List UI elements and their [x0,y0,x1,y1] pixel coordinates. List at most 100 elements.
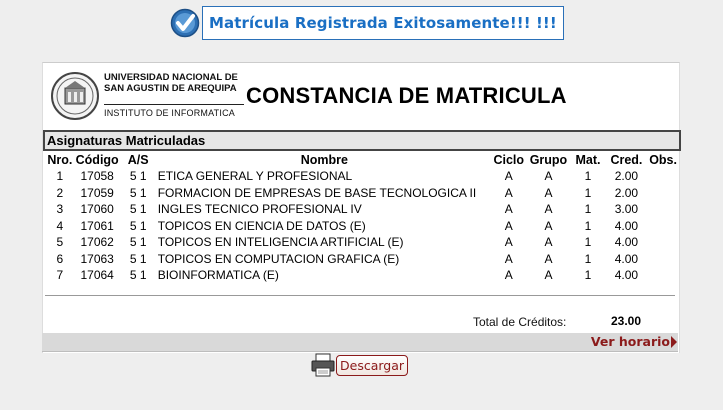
cell-grupo: A [544,268,553,283]
cell-obs [647,185,679,202]
table-divider [45,295,675,296]
cell-mat: 1 [584,268,592,283]
cell-mat: 1 [584,251,592,266]
cell-codigo: 17063 [80,251,114,266]
cell-obs [647,267,679,284]
cell-ciclo: A [504,251,513,266]
enrollment-certificate: UNIVERSIDAD NACIONAL DE SAN AGUSTIN DE A… [42,62,681,353]
cell-mat: 1 [584,202,592,217]
column-header: Obs. [649,153,677,167]
column-header: Nro. [47,153,73,167]
table-row: 1 17058 5 1 ETICA GENERAL Y PROFESIONAL … [44,168,679,185]
download-button[interactable]: Descargar [336,354,409,376]
cell-grupo: A [544,235,553,250]
cell-ciclo: A [504,202,513,217]
footer-bar: Ver horario [42,333,678,352]
cell-as: 5 1 [129,185,147,200]
cell-as: 5 1 [129,268,147,283]
table-row: 4 17061 5 1 TOPICOS EN CIENCIA DE DATOS … [44,218,679,235]
cell-as: 5 1 [129,251,147,266]
cell-mat: 1 [584,185,592,200]
cell-cred: 2.00 [614,185,639,200]
cell-as: 5 1 [129,202,147,217]
view-schedule-link[interactable]: Ver horario [591,334,670,349]
cell-grupo: A [544,185,553,200]
cell-mat: 1 [584,235,592,250]
arrow-right-icon [671,336,677,348]
cell-nro: 2 [56,185,64,200]
cell-mat: 1 [584,218,592,233]
institution-line1: UNIVERSIDAD NACIONAL DE [104,72,238,83]
cell-nombre: INGLES TECNICO PROFESIONAL IV [157,202,362,217]
column-header: Grupo [529,153,568,167]
cell-ciclo: A [504,169,513,184]
cell-grupo: A [544,202,553,217]
university-seal-icon [51,72,99,120]
certificate-header: UNIVERSIDAD NACIONAL DE SAN AGUSTIN DE A… [47,66,677,128]
cell-codigo: 17064 [80,268,114,283]
cell-cred: 4.00 [614,251,639,266]
cell-ciclo: A [504,268,513,283]
cell-as: 5 1 [129,218,147,233]
cell-nro: 4 [56,218,64,233]
cell-ciclo: A [504,235,513,250]
total-credits-value: 23.00 [611,314,642,328]
cell-nro: 6 [56,251,64,266]
column-header: A/S [127,153,149,167]
table-row: 2 17059 5 1 FORMACION DE EMPRESAS DE BAS… [44,185,679,202]
cell-cred: 3.00 [614,202,639,217]
cell-as: 5 1 [129,235,147,250]
table-row: 5 17062 5 1 TOPICOS EN INTELIGENCIA ARTI… [44,234,679,251]
printer-icon[interactable] [311,353,335,377]
cell-nombre: FORMACION DE EMPRESAS DE BASE TECNOLOGIC… [157,185,477,200]
cell-obs [647,168,679,185]
cell-codigo: 17059 [80,185,114,200]
column-header: Ciclo [493,153,525,167]
cell-cred: 4.00 [614,235,639,250]
institute-name: INSTITUTO DE INFORMATICA [104,108,235,118]
cell-nombre: TOPICOS EN INTELIGENCIA ARTIFICIAL (E) [157,235,404,250]
cell-obs [647,251,679,268]
cell-nro: 3 [56,202,64,217]
table-row: 6 17063 5 1 TOPICOS EN COMPUTACION GRAFI… [44,251,679,268]
cell-codigo: 17060 [80,202,114,217]
cell-codigo: 17058 [80,169,114,184]
cell-mat: 1 [584,169,592,184]
cell-as: 5 1 [129,169,147,184]
download-action[interactable]: Descargar [311,353,409,377]
success-message: Matrícula Registrada Exitosamente!!! !!! [202,6,564,40]
cell-grupo: A [544,218,553,233]
cell-grupo: A [544,251,553,266]
cell-cred: 4.00 [614,268,639,283]
institution-name: UNIVERSIDAD NACIONAL DE SAN AGUSTIN DE A… [104,72,238,94]
table-row: 3 17060 5 1 INGLES TECNICO PROFESIONAL I… [44,201,679,218]
cell-nro: 1 [56,169,64,184]
cell-codigo: 17062 [80,235,114,250]
cell-codigo: 17061 [80,218,114,233]
institution-line2: SAN AGUSTIN DE AREQUIPA [104,83,237,94]
table-header-row: Nro. Código A/S Nombre Ciclo Grupo Mat. … [44,152,679,168]
cell-nombre: TOPICOS EN COMPUTACION GRAFICA (E) [157,251,400,266]
total-credits-label: Total de Créditos: [473,315,567,329]
column-header: Cred. [610,153,643,167]
cell-ciclo: A [504,185,513,200]
cell-ciclo: A [504,218,513,233]
column-header: Nombre [300,153,348,167]
table-row: 7 17064 5 1 BIOINFORMATICA (E) A A 1 4.0… [44,267,679,284]
cell-nombre: BIOINFORMATICA (E) [157,268,279,283]
cell-nombre: ETICA GENERAL Y PROFESIONAL [157,169,353,184]
column-header: Código [75,153,119,167]
page-title: CONSTANCIA DE MATRICULA [246,83,567,108]
section-title: Asignaturas Matriculadas [43,130,681,151]
success-banner: Matrícula Registrada Exitosamente!!! !!! [170,5,564,41]
cell-cred: 4.00 [614,218,639,233]
cell-obs [647,234,679,251]
cell-grupo: A [544,169,553,184]
checkmark-icon [170,8,200,38]
column-header: Mat. [575,153,601,167]
cell-cred: 2.00 [614,169,639,184]
cell-nro: 7 [56,268,64,283]
institution-divider [104,104,244,105]
cell-nro: 5 [56,235,64,250]
cell-obs [647,201,679,218]
